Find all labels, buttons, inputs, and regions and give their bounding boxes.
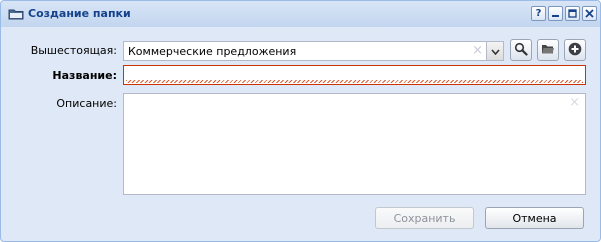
search-button[interactable]: [510, 39, 532, 61]
description-textarea[interactable]: ×: [123, 93, 586, 195]
invalid-underline: [126, 80, 583, 83]
cancel-button[interactable]: Отмена: [485, 207, 584, 229]
dialog-title: Создание папки: [28, 7, 131, 20]
dropdown-trigger[interactable]: [486, 42, 503, 60]
name-input[interactable]: [123, 65, 586, 85]
minimize-icon: [551, 9, 560, 18]
maximize-button[interactable]: [565, 6, 580, 21]
clear-icon[interactable]: ×: [569, 95, 580, 110]
add-folder-button[interactable]: [564, 39, 586, 61]
browse-folder-button[interactable]: [537, 39, 559, 61]
parent-value: Коммерческие предложения: [128, 45, 297, 58]
minimize-button[interactable]: [548, 6, 563, 21]
chevron-down-icon: [490, 45, 500, 58]
save-button[interactable]: Сохранить: [375, 207, 474, 229]
folder-icon: [8, 8, 24, 20]
dialog-titlebar[interactable]: Создание папки ?: [1, 1, 600, 27]
plus-icon: [568, 42, 582, 59]
help-icon: ?: [535, 7, 542, 19]
parent-combobox[interactable]: Коммерческие предложения ×: [123, 41, 504, 61]
open-folder-icon: [541, 43, 555, 58]
name-label: Название:: [52, 69, 117, 82]
help-button[interactable]: ?: [531, 6, 546, 21]
close-icon: [585, 9, 594, 18]
close-button[interactable]: [582, 6, 597, 21]
create-folder-dialog: Создание папки ? Вышестоящая: Коммерческ…: [0, 0, 601, 242]
clear-icon[interactable]: ×: [472, 43, 483, 58]
search-icon: [514, 42, 528, 59]
dialog-body: Вышестоящая: Коммерческие предложения ×: [5, 29, 596, 239]
maximize-icon: [568, 9, 577, 18]
parent-label: Вышестоящая:: [30, 44, 117, 57]
description-label: Описание:: [56, 97, 117, 110]
